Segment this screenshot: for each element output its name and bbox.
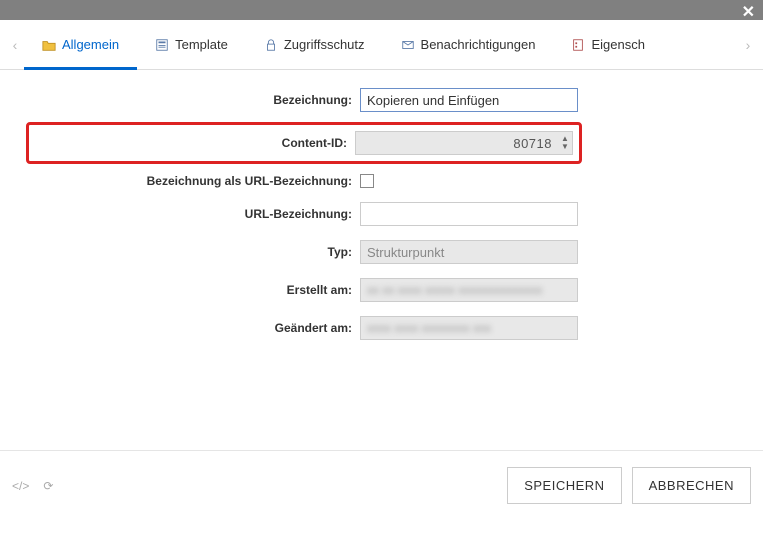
- tabs-scroll-left[interactable]: ‹: [6, 37, 24, 53]
- folder-icon: [42, 38, 56, 52]
- input-bezeichnung[interactable]: [360, 88, 578, 112]
- form-panel: Bezeichnung: Content-ID: 80718 ▲ ▼ Bezei…: [0, 70, 763, 450]
- row-erstellt: Erstellt am: xx xx xxxx xxxxx xxxxxxxxxx…: [30, 278, 733, 302]
- template-icon: [155, 38, 169, 52]
- tab-allgemein[interactable]: Allgemein: [24, 20, 137, 70]
- tab-eigenschaften[interactable]: Eigensch: [553, 20, 662, 70]
- checkbox-url-flag[interactable]: [360, 174, 374, 188]
- label-erstellt: Erstellt am:: [30, 283, 360, 297]
- footer-buttons: SPEICHERN ABBRECHEN: [507, 467, 751, 504]
- footer-tools: </> ⟳: [12, 479, 53, 493]
- input-content-id[interactable]: 80718 ▲ ▼: [355, 131, 573, 155]
- tab-label: Template: [175, 37, 228, 52]
- row-url-flag: Bezeichnung als URL-Bezeichnung:: [30, 174, 733, 188]
- tab-label: Benachrichtigungen: [421, 37, 536, 52]
- cancel-button[interactable]: ABBRECHEN: [632, 467, 751, 504]
- tab-template[interactable]: Template: [137, 20, 246, 70]
- row-geaendert: Geändert am: xxxx xxxx xxxxxxxx xxx: [30, 316, 733, 340]
- highlighted-content-id-row: Content-ID: 80718 ▲ ▼: [26, 122, 582, 164]
- row-typ: Typ: Strukturpunkt: [30, 240, 733, 264]
- value-erstellt: xx xx xxxx xxxxx xxxxxxxxxxxxxx: [360, 278, 578, 302]
- spinner-buttons: ▲ ▼: [558, 135, 572, 151]
- row-url-bezeichnung: URL-Bezeichnung:: [30, 202, 733, 226]
- label-content-id: Content-ID:: [33, 136, 355, 150]
- save-button[interactable]: SPEICHERN: [507, 467, 621, 504]
- tab-label: Eigensch: [591, 37, 644, 52]
- mail-icon: [401, 38, 415, 52]
- label-geaendert: Geändert am:: [30, 321, 360, 335]
- label-bezeichnung: Bezeichnung:: [30, 93, 360, 107]
- dialog-footer: </> ⟳ SPEICHERN ABBRECHEN: [0, 450, 763, 520]
- value-geaendert: xxxx xxxx xxxxxxxx xxx: [360, 316, 578, 340]
- code-view-icon[interactable]: </>: [12, 479, 29, 493]
- title-bar: ✕: [0, 0, 763, 20]
- reload-icon[interactable]: ⟳: [43, 479, 53, 493]
- tab-benachrichtigungen[interactable]: Benachrichtigungen: [383, 20, 554, 70]
- tab-label: Allgemein: [62, 37, 119, 52]
- properties-icon: [571, 38, 585, 52]
- spin-down-icon[interactable]: ▼: [558, 143, 572, 151]
- tabs-container: Allgemein Template Zugriffsschutz Benach…: [24, 20, 739, 70]
- value-typ: Strukturpunkt: [360, 240, 578, 264]
- tab-label: Zugriffsschutz: [284, 37, 365, 52]
- label-url-bezeichnung: URL-Bezeichnung:: [30, 207, 360, 221]
- row-bezeichnung: Bezeichnung:: [30, 88, 733, 112]
- input-url-bezeichnung[interactable]: [360, 202, 578, 226]
- label-url-flag: Bezeichnung als URL-Bezeichnung:: [30, 174, 360, 188]
- close-icon[interactable]: ✕: [742, 2, 755, 22]
- content-id-value: 80718: [356, 136, 558, 151]
- lock-icon: [264, 38, 278, 52]
- tab-strip: ‹ Allgemein Template Zugriffsschutz Bena…: [0, 20, 763, 70]
- label-typ: Typ:: [30, 245, 360, 259]
- tabs-scroll-right[interactable]: ›: [739, 37, 757, 53]
- row-content-id: Content-ID: 80718 ▲ ▼: [33, 131, 575, 155]
- tab-zugriffsschutz[interactable]: Zugriffsschutz: [246, 20, 383, 70]
